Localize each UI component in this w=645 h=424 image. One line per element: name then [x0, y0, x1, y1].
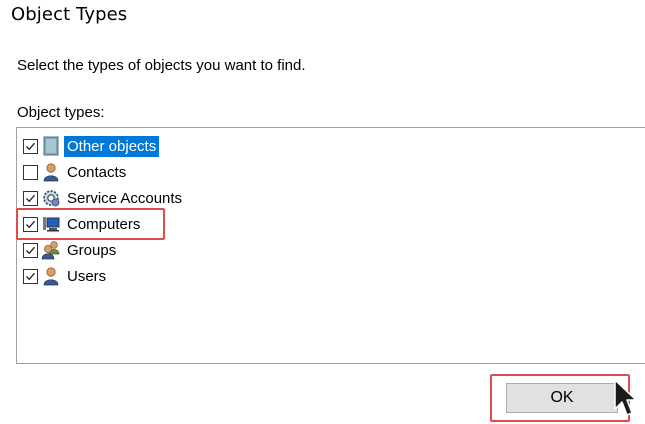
list-item-groups[interactable]: Groups — [23, 238, 119, 262]
user-icon — [41, 266, 61, 286]
folder-icon — [41, 136, 61, 156]
computers-highlight-box — [16, 208, 165, 240]
service-account-icon — [41, 188, 61, 208]
list-item-label: Other objects — [64, 135, 160, 157]
object-types-dialog: Object Types Select the types of objects… — [0, 0, 645, 424]
instruction-text: Select the types of objects you want to … — [17, 57, 306, 74]
list-item-users[interactable]: Users — [23, 264, 109, 288]
list-item-other-objects[interactable]: Other objects — [23, 134, 160, 158]
mouse-pointer-icon — [614, 379, 638, 424]
list-item-label: Users — [67, 267, 107, 285]
list-item-contacts[interactable]: Contacts — [23, 160, 129, 184]
group-icon — [41, 240, 61, 260]
ok-highlight-box — [490, 374, 630, 422]
checkbox-other-objects[interactable] — [23, 138, 38, 154]
checkbox-groups[interactable] — [23, 242, 38, 258]
contact-icon — [41, 162, 61, 182]
list-item-service-accounts[interactable]: Service Accounts — [23, 186, 185, 210]
checkbox-service-accounts[interactable] — [23, 190, 38, 206]
checkbox-contacts[interactable] — [23, 164, 38, 180]
object-types-list[interactable]: Other objects Contacts Service Accounts … — [16, 127, 645, 364]
list-item-label: Contacts — [67, 163, 127, 181]
object-types-label: Object types: — [17, 104, 105, 121]
dialog-title: Object Types — [11, 4, 128, 25]
list-item-label: Service Accounts — [67, 189, 183, 207]
checkbox-users[interactable] — [23, 268, 38, 284]
list-item-label: Groups — [67, 241, 117, 259]
